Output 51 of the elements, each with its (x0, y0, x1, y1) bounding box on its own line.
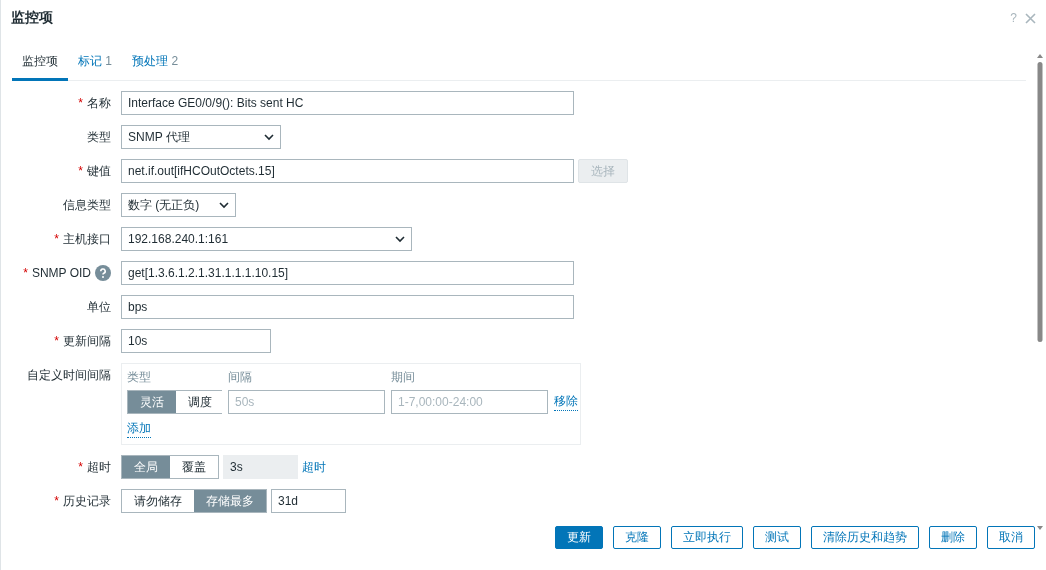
field-label: 超时 (87, 458, 111, 476)
field-label: 历史记录 (63, 492, 111, 510)
action-button[interactable]: 立即执行 (671, 526, 743, 549)
column-header: 间隔 (228, 369, 253, 386)
select-field[interactable]: 数字 (无正负) (121, 193, 236, 217)
tab[interactable]: 监控项 (12, 46, 68, 81)
tab[interactable]: 预处理 2 (122, 46, 189, 81)
help-icon[interactable] (95, 265, 111, 281)
action-button[interactable]: 清除历史和趋势 (811, 526, 919, 549)
chevron-icon (264, 133, 274, 141)
required-mark: * (54, 232, 59, 246)
remove-link[interactable]: 移除 (554, 393, 578, 411)
field-label: SNMP OID (31, 266, 91, 280)
required-mark: * (78, 164, 83, 178)
action-button[interactable]: 取消 (987, 526, 1035, 549)
text-field[interactable]: 10s (121, 329, 271, 353)
select-field[interactable]: 192.168.240.1:161 (121, 227, 412, 251)
text-field[interactable]: net.if.out[ifHCOutOctets.15] (121, 159, 574, 183)
field-label: 自定义时间间隔 (27, 366, 111, 384)
field-label: 键值 (87, 162, 111, 180)
select-field[interactable]: SNMP 代理 (121, 125, 281, 149)
required-mark: * (54, 334, 59, 348)
chevron-icon (395, 235, 405, 243)
field-label: 信息类型 (63, 196, 111, 214)
required-mark: * (78, 96, 83, 110)
text-field[interactable]: 31d (271, 489, 346, 513)
tab[interactable]: 标记 1 (68, 46, 123, 81)
required-mark: * (54, 494, 59, 508)
column-header: 类型 (127, 369, 152, 386)
field-label: 类型 (87, 128, 111, 146)
action-button[interactable]: 更新 (555, 526, 603, 549)
required-mark: * (78, 460, 83, 474)
scrollbar[interactable] (1036, 52, 1044, 532)
field-label: 名称 (87, 94, 111, 112)
text-field[interactable]: bps (121, 295, 574, 319)
chevron-icon (219, 201, 229, 209)
required-mark: * (23, 266, 28, 280)
dialog-title: 监控项 (11, 9, 54, 27)
text-field[interactable]: get[1.3.6.1.2.1.31.1.1.1.10.15] (121, 261, 574, 285)
action-button[interactable]: 删除 (929, 526, 977, 549)
text-field[interactable]: Interface GE0/0/9(): Bits sent HC (121, 91, 574, 115)
toggle-option[interactable]: 存储最多 (194, 490, 266, 512)
close-icon[interactable] (1025, 12, 1036, 24)
field-label: 单位 (87, 298, 111, 316)
field-label: 更新间隔 (63, 332, 111, 350)
add-link[interactable]: 添加 (127, 420, 151, 438)
column-header: 期间 (391, 369, 416, 386)
action-button[interactable]: 测试 (753, 526, 801, 549)
field-label: 主机接口 (63, 230, 111, 248)
toggle-option[interactable]: 灵活 (128, 391, 176, 413)
action-button[interactable]: 克隆 (613, 526, 661, 549)
